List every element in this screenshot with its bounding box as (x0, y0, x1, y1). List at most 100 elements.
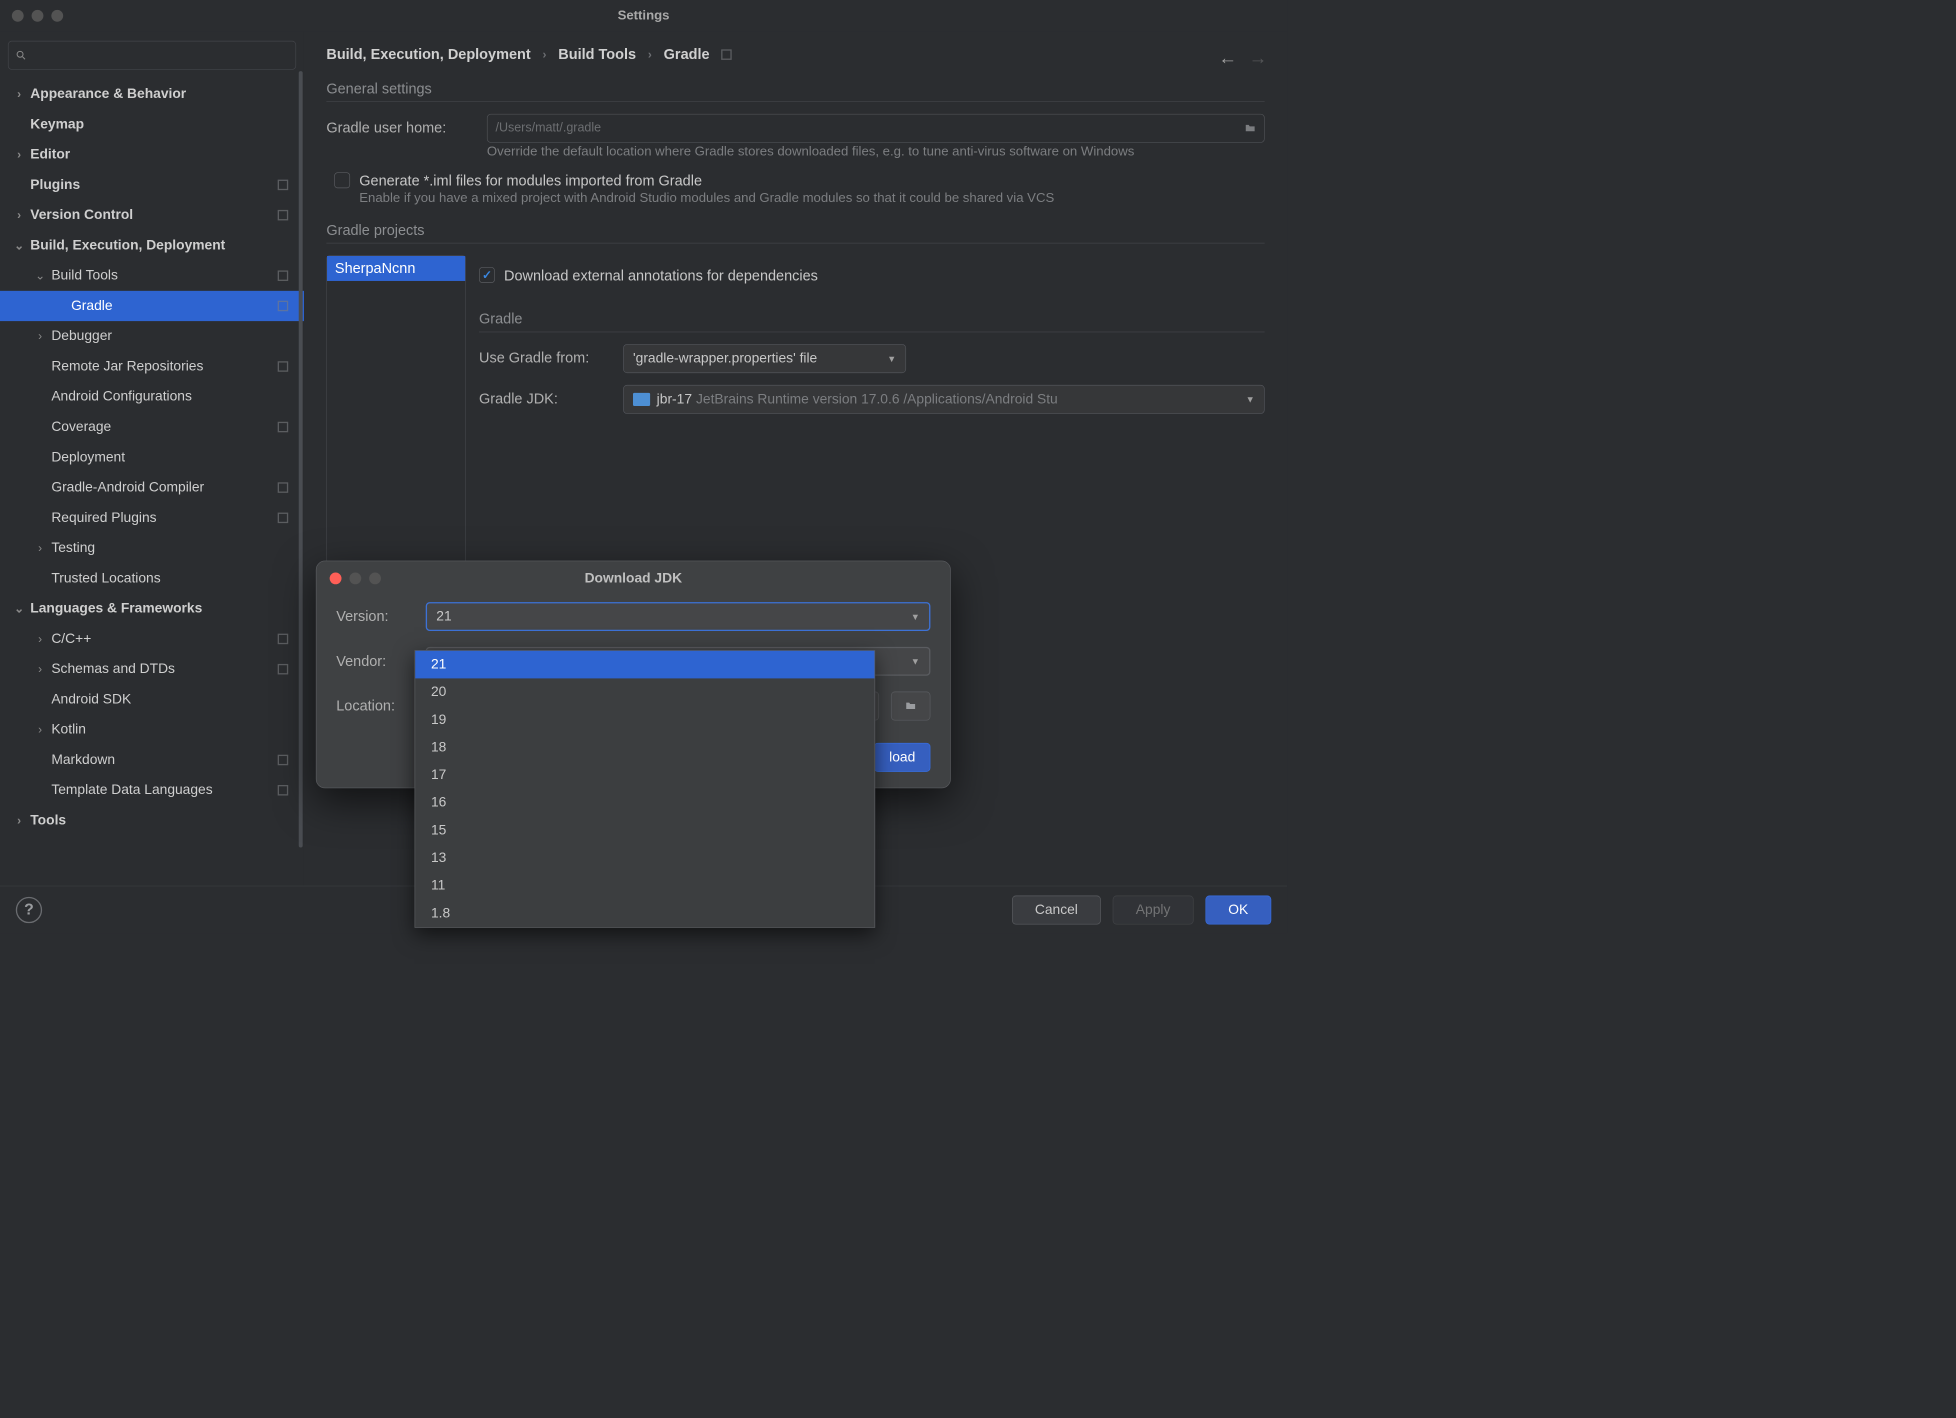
crumb-b[interactable]: Build Tools (558, 46, 636, 63)
scope-icon (278, 361, 289, 372)
chevron-right-icon: › (33, 662, 47, 676)
sidebar-item-c-c-[interactable]: › C/C++ (0, 624, 304, 654)
iml-checkbox[interactable] (334, 172, 350, 188)
sidebar-item-trusted-locations[interactable]: Trusted Locations (0, 563, 304, 593)
sidebar-item-appearance-behavior[interactable]: › Appearance & Behavior (0, 79, 304, 109)
chevron-down-icon: ▼ (911, 611, 920, 622)
chevron-right-icon: › (648, 48, 652, 62)
scope-icon (278, 422, 289, 433)
gradle-home-input[interactable]: /Users/matt/.gradle (487, 114, 1265, 143)
sidebar-item-gradle-android-compiler[interactable]: Gradle-Android Compiler (0, 472, 304, 502)
sidebar-item-label: Template Data Languages (51, 782, 212, 798)
sidebar-item-label: Kotlin (51, 722, 86, 738)
zoom-dot[interactable] (51, 10, 63, 22)
sidebar-item-kotlin[interactable]: › Kotlin (0, 715, 304, 745)
gradle-jdk-label: Gradle JDK: (479, 385, 607, 407)
sidebar: › Appearance & Behavior Keymap › Editor Plugi… (0, 32, 304, 886)
sidebar-item-plugins[interactable]: Plugins (0, 170, 304, 200)
sidebar-item-label: C/C++ (51, 631, 91, 647)
sidebar-item-template-data-languages[interactable]: Template Data Languages (0, 775, 304, 805)
scope-icon (278, 755, 289, 766)
sidebar-item-label: Deployment (51, 449, 125, 465)
sidebar-item-label: Languages & Frameworks (30, 601, 202, 617)
sidebar-item-label: Appearance & Behavior (30, 86, 186, 102)
scope-icon (278, 482, 289, 493)
download-button[interactable]: load (874, 743, 930, 772)
chevron-right-icon: › (33, 329, 47, 343)
chevron-right-icon: › (12, 148, 26, 162)
back-arrow-icon[interactable]: ← (1219, 47, 1237, 68)
chevron-down-icon: ⌄ (12, 602, 26, 616)
location-label: Location: (336, 697, 414, 714)
sidebar-item-android-sdk[interactable]: Android SDK (0, 684, 304, 714)
scope-icon (278, 785, 289, 796)
breadcrumb: Build, Execution, Deployment › Build Too… (326, 46, 1264, 63)
sidebar-item-label: Markdown (51, 752, 115, 768)
version-select[interactable]: 21 ▼ (426, 602, 931, 631)
bottom-bar: ? Cancel Apply OK (0, 886, 1287, 933)
title-bar: Settings (0, 0, 1287, 32)
sidebar-item-label: Build Tools (51, 268, 118, 284)
sidebar-item-deployment[interactable]: Deployment (0, 442, 304, 472)
project-item[interactable]: SherpaNcnn (327, 256, 465, 281)
sidebar-item-label: Build, Execution, Deployment (30, 238, 225, 254)
sidebar-item-debugger[interactable]: ›Debugger (0, 321, 304, 351)
minimize-dot[interactable] (32, 10, 44, 22)
close-dot[interactable] (330, 572, 342, 584)
browse-location-button[interactable] (891, 692, 930, 721)
scope-icon (278, 270, 289, 281)
sidebar-item-markdown[interactable]: Markdown (0, 745, 304, 775)
help-button[interactable]: ? (16, 897, 42, 923)
sidebar-item-label: Testing (51, 540, 95, 556)
close-dot[interactable] (12, 10, 24, 22)
sidebar-item-label: Gradle (71, 298, 112, 314)
sidebar-item-label: Remote Jar Repositories (51, 359, 203, 375)
gradle-jdk-select[interactable]: jbr-17 JetBrains Runtime version 17.0.6 … (623, 385, 1265, 414)
crumb-c[interactable]: Gradle (664, 46, 710, 63)
scope-icon (278, 301, 289, 312)
sidebar-item-languages-frameworks[interactable]: ⌄ Languages & Frameworks (0, 594, 304, 624)
sidebar-item-label: Editor (30, 147, 70, 163)
chevron-right-icon: › (12, 87, 26, 101)
sidebar-item-schemas-and-dtds[interactable]: › Schemas and DTDs (0, 654, 304, 684)
sidebar-item-remote-jar-repositories[interactable]: Remote Jar Repositories (0, 351, 304, 381)
search-icon (15, 49, 27, 61)
location-input[interactable] (426, 692, 879, 721)
download-jdk-dialog: Download JDK Version: 21 ▼ Vendor: ▼ Loc… (316, 561, 951, 789)
scope-icon (278, 180, 289, 191)
crumb-a[interactable]: Build, Execution, Deployment (326, 46, 530, 63)
sidebar-item-build-execution-deployment[interactable]: ⌄ Build, Execution, Deployment (0, 230, 304, 260)
chevron-right-icon: › (33, 632, 47, 646)
sidebar-item-label: Plugins (30, 177, 80, 193)
window-controls (12, 10, 63, 22)
sidebar-item-editor[interactable]: › Editor (0, 139, 304, 169)
sidebar-item-required-plugins[interactable]: Required Plugins (0, 503, 304, 533)
folder-icon[interactable] (1243, 122, 1257, 134)
sidebar-item-build-tools[interactable]: ⌄ Build Tools (0, 261, 304, 291)
ok-button[interactable]: OK (1205, 895, 1271, 924)
sidebar-item-keymap[interactable]: Keymap (0, 109, 304, 139)
chevron-down-icon: ▼ (911, 656, 920, 667)
scope-icon (278, 664, 289, 675)
sidebar-item-coverage[interactable]: Coverage (0, 412, 304, 442)
chevron-down-icon: ⌄ (12, 239, 26, 253)
sidebar-item-label: Schemas and DTDs (51, 661, 175, 677)
scope-icon (278, 513, 289, 524)
chevron-right-icon: › (33, 541, 47, 555)
cancel-button[interactable]: Cancel (1012, 895, 1101, 924)
sidebar-item-android-configurations[interactable]: Android Configurations (0, 382, 304, 412)
sidebar-item-gradle[interactable]: Gradle (0, 291, 304, 321)
chevron-right-icon: › (33, 723, 47, 737)
sidebar-item-tools[interactable]: ›Tools (0, 805, 304, 835)
sidebar-search[interactable] (8, 41, 296, 70)
settings-tree: › Appearance & Behavior Keymap › Editor Plugi… (0, 79, 304, 886)
sidebar-item-testing[interactable]: › Testing (0, 533, 304, 563)
iml-label: Generate *.iml files for modules importe… (359, 172, 1264, 189)
vendor-select[interactable]: ▼ (426, 647, 931, 676)
section-projects: Gradle projects (326, 222, 1264, 244)
chevron-down-icon: ⌄ (33, 269, 47, 283)
sidebar-item-label: Android Configurations (51, 389, 192, 405)
sidebar-item-version-control[interactable]: ›Version Control (0, 200, 304, 230)
download-annotations-checkbox[interactable] (479, 267, 495, 283)
use-gradle-from-select[interactable]: 'gradle-wrapper.properties' file ▼ (623, 344, 906, 373)
